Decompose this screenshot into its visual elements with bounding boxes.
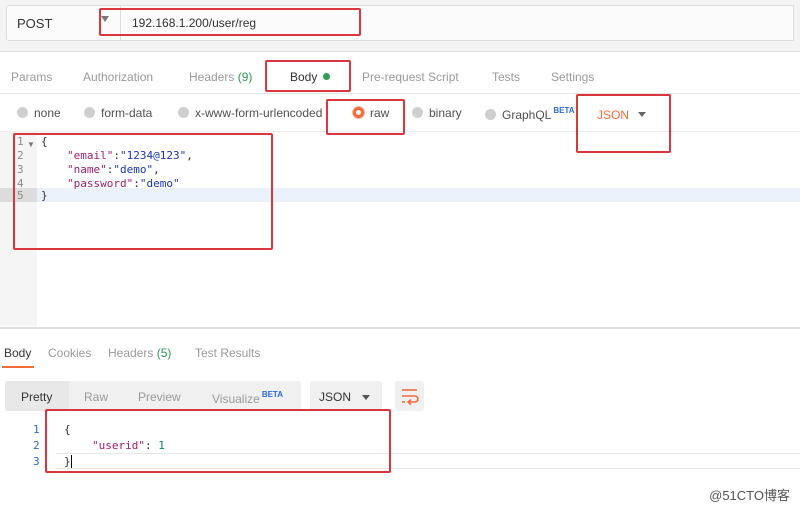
tab-headers-count: (9) [237, 70, 253, 84]
code-line: "userid": 1 [92, 439, 165, 452]
response-tab-test-results[interactable]: Test Results [195, 346, 260, 360]
radio-circle-icon [17, 107, 28, 118]
chevron-down-icon[interactable] [638, 112, 646, 117]
beta-badge: BETA [261, 390, 283, 399]
radio-none-label: none [34, 106, 61, 120]
json-value: "demo" [113, 163, 154, 176]
code-line: "email":"1234@123", [67, 149, 193, 162]
tab-body-label: Body [290, 70, 318, 84]
json-key: "name" [67, 163, 107, 176]
wrap-lines-icon [402, 389, 419, 406]
json-key: "email" [67, 149, 114, 162]
json-key: "userid" [92, 439, 145, 452]
line-number: 3 [33, 455, 40, 468]
radio-graphql[interactable]: GraphQL BETA [485, 106, 575, 122]
response-tab-headers-count: (5) [156, 346, 172, 360]
json-value: "1234@123" [119, 149, 187, 162]
json-key: "password" [67, 177, 134, 190]
tab-headers-label: Headers [189, 70, 235, 84]
radio-circle-icon [84, 107, 95, 118]
fold-arrow-icon[interactable]: ▼ [27, 140, 35, 149]
active-line-highlight [37, 188, 800, 202]
radio-raw-label: raw [370, 106, 390, 120]
line-number: 1 [17, 135, 24, 148]
chevron-down-icon[interactable] [101, 16, 109, 22]
text-cursor [71, 455, 72, 468]
tab-settings[interactable]: Settings [551, 70, 594, 84]
code-line: } [41, 189, 48, 202]
radio-circle-icon [412, 107, 423, 118]
tab-body[interactable]: Body [290, 70, 331, 84]
json-value: 1 [158, 439, 165, 452]
response-tab-headers-label: Headers [108, 346, 154, 360]
code-line: { [64, 423, 71, 436]
json-sep: : [133, 177, 140, 190]
response-tab-body[interactable]: Body [4, 346, 31, 360]
radio-selected-icon [353, 107, 364, 118]
code-line: } [64, 455, 71, 468]
radio-binary-label: binary [429, 106, 462, 120]
radio-circle-icon [485, 109, 496, 120]
radio-graphql-label: GraphQL [502, 108, 552, 122]
tab-headers[interactable]: Headers (9) [189, 70, 252, 84]
wrap-lines-button[interactable] [395, 381, 424, 411]
active-tab-indicator [278, 90, 342, 92]
view-visualize-button[interactable]: Visualize BETA [212, 390, 283, 406]
code-line: "name":"demo", [67, 163, 160, 176]
radio-raw[interactable]: raw [353, 106, 389, 122]
line-number: 3 [17, 163, 24, 176]
chevron-down-icon[interactable] [362, 395, 370, 400]
radio-form-data-label: form-data [101, 106, 153, 120]
view-pretty-button[interactable]: Pretty [21, 390, 52, 404]
tab-params[interactable]: Params [11, 70, 52, 84]
json-value: "demo" [139, 177, 180, 190]
radio-form-data[interactable]: form-data [84, 106, 152, 122]
active-tab-indicator [2, 366, 34, 368]
radio-none[interactable]: none [17, 106, 61, 122]
radio-circle-icon [178, 107, 189, 118]
tab-authorization[interactable]: Authorization [83, 70, 153, 84]
line-number: 1 [33, 423, 40, 436]
body-format-select[interactable]: JSON [597, 108, 629, 122]
json-comma: , [153, 163, 160, 176]
code-line: { [41, 135, 48, 148]
response-format-label: JSON [319, 390, 352, 404]
line-number: 5 [17, 189, 24, 202]
view-visualize-label: Visualize [212, 392, 260, 406]
json-comma: , [186, 149, 193, 162]
beta-badge: BETA [553, 106, 575, 115]
response-tab-cookies[interactable]: Cookies [48, 346, 91, 360]
radio-binary[interactable]: binary [412, 106, 462, 122]
modified-dot-icon [323, 73, 331, 80]
method-label: POST [17, 16, 53, 31]
json-sep: : [113, 149, 120, 162]
tab-pre-request-script[interactable]: Pre-request Script [362, 70, 459, 84]
tab-tests[interactable]: Tests [492, 70, 520, 84]
view-raw-button[interactable]: Raw [84, 390, 108, 404]
url-input[interactable]: 192.168.1.200/user/reg [121, 5, 794, 41]
code-line: "password":"demo" [67, 177, 180, 190]
line-number: 2 [17, 149, 24, 162]
watermark: @51CTO博客 [709, 488, 790, 503]
line-number: 2 [33, 439, 40, 452]
active-line-highlight [56, 453, 800, 469]
response-tab-headers[interactable]: Headers (5) [108, 346, 171, 360]
view-preview-button[interactable]: Preview [138, 390, 181, 404]
radio-urlencoded[interactable]: x-www-form-urlencoded [178, 106, 322, 122]
json-sep: : [144, 439, 159, 452]
radio-urlencoded-label: x-www-form-urlencoded [195, 106, 323, 120]
pane-divider[interactable] [0, 327, 800, 329]
